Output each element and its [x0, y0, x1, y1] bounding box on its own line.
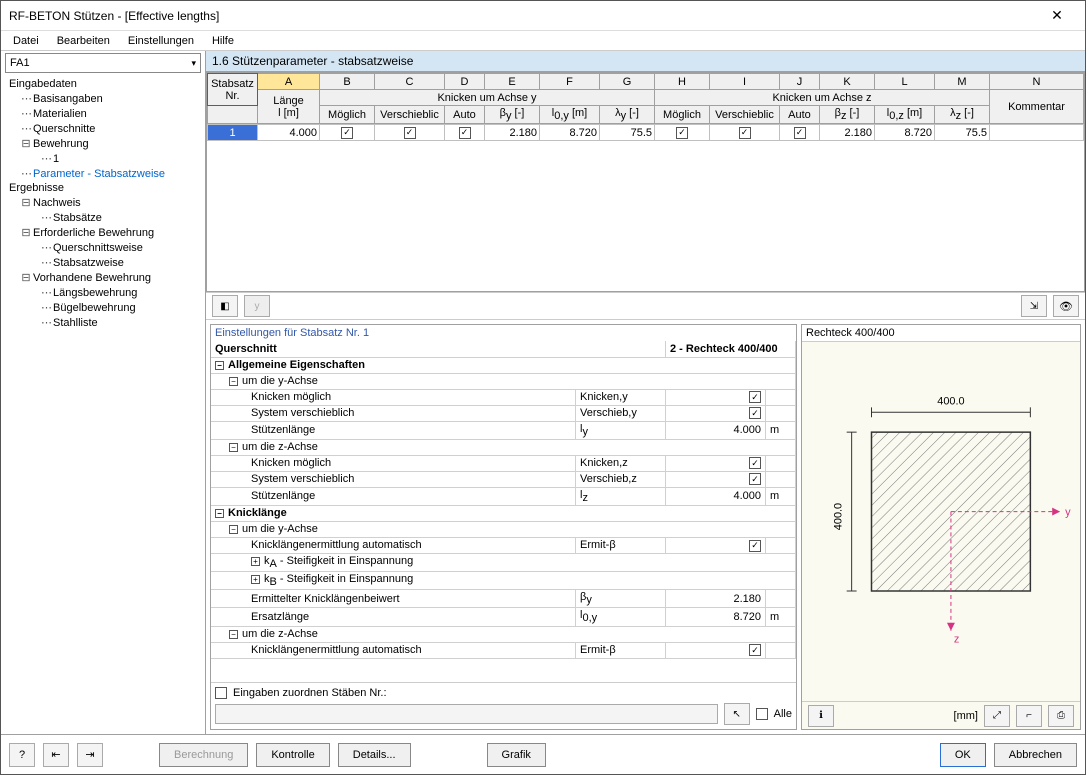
footer: ? ⇤ ⇥ Berechnung Kontrolle Details... Gr… [1, 734, 1085, 774]
tree-materialien[interactable]: ⋯Materialien [1, 106, 205, 121]
berechnung-button[interactable]: Berechnung [159, 743, 248, 767]
assign-checkbox[interactable] [215, 687, 227, 699]
tree-querschnitte[interactable]: ⋯Querschnitte [1, 121, 205, 136]
main-panel: 1.6 Stützenparameter - stabsatzweise Sta… [206, 51, 1085, 734]
menu-bearbeiten[interactable]: Bearbeiten [49, 33, 118, 49]
menubar: Datei Bearbeiten Einstellungen Hilfe [1, 31, 1085, 51]
chevron-down-icon: ▾ [191, 58, 196, 69]
export-icon[interactable]: ⇲ [1021, 295, 1047, 317]
section-header: 1.6 Stützenparameter - stabsatzweise [206, 51, 1085, 72]
col-stabsatz: StabsatzNr. [208, 74, 258, 106]
tree-section-eingabedaten[interactable]: Eingabedaten [1, 77, 205, 91]
tree-basisangaben[interactable]: ⋯Basisangaben [1, 91, 205, 106]
tree-buegel[interactable]: ⋯Bügelbewehrung [1, 300, 205, 315]
prev-icon[interactable]: ⇤ [43, 743, 69, 767]
param-grid[interactable]: StabsatzNr. A B C D E F G H I J K L M [206, 72, 1085, 292]
tree-laengs[interactable]: ⋯Längsbewehrung [1, 285, 205, 300]
axis-z: z [954, 634, 959, 646]
filter-icon[interactable]: ◧ [212, 295, 238, 317]
prop-title: Einstellungen für Stabsatz Nr. 1 [211, 325, 796, 341]
tree-vorhandene[interactable]: ⊟Vorhandene Bewehrung [1, 270, 205, 285]
tree-parameter-stabsatzweise[interactable]: ⋯Parameter - Stabsatzweise [1, 166, 205, 181]
dim-left: 400.0 [833, 503, 845, 530]
titlebar: RF-BETON Stützen - [Effective lengths] ✕ [1, 1, 1085, 31]
y-icon[interactable]: y [244, 295, 270, 317]
menu-hilfe[interactable]: Hilfe [204, 33, 242, 49]
next-icon[interactable]: ⇥ [77, 743, 103, 767]
abbrechen-button[interactable]: Abbrechen [994, 743, 1077, 767]
tree-bewehrung-1[interactable]: ⋯1 [1, 151, 205, 166]
combo-value: FA1 [10, 57, 30, 69]
menu-datei[interactable]: Datei [5, 33, 47, 49]
details-button[interactable]: Details... [338, 743, 411, 767]
assign-input[interactable] [215, 704, 718, 724]
view-icon[interactable] [1053, 295, 1079, 317]
grid-toolbar: ◧ y ⇲ [206, 292, 1085, 320]
col-A: Längel [m] [258, 90, 320, 124]
kontrolle-button[interactable]: Kontrolle [256, 743, 329, 767]
nav-tree: Eingabedaten ⋯Basisangaben ⋯Materialien … [1, 75, 205, 734]
tree-nachweis[interactable]: ⊟Nachweis [1, 195, 205, 210]
help-icon[interactable]: ? [9, 743, 35, 767]
tree-stabsatzweise[interactable]: ⋯Stabsatzweise [1, 255, 205, 270]
band-knicken-y: Knicken um Achse y [320, 90, 655, 106]
assign-label: Eingaben zuordnen Stäben Nr.: [233, 687, 387, 699]
checkbox[interactable]: ✓ [739, 127, 751, 139]
checkbox[interactable]: ✓ [341, 127, 353, 139]
band-knicken-z: Knicken um Achse z [655, 90, 990, 106]
checkbox[interactable]: ✓ [676, 127, 688, 139]
axis-icon[interactable]: ⌐ [1016, 705, 1042, 727]
tree-querschnittsweise[interactable]: ⋯Querschnittsweise [1, 240, 205, 255]
checkbox[interactable]: ✓ [459, 127, 471, 139]
tree-stahlliste[interactable]: ⋯Stahlliste [1, 315, 205, 330]
tree-bewehrung[interactable]: ⊟Bewehrung [1, 136, 205, 151]
loadcase-combo[interactable]: FA1 ▾ [5, 53, 201, 73]
alle-checkbox[interactable] [756, 708, 768, 720]
ok-button[interactable]: OK [940, 743, 986, 767]
tree-erforderliche[interactable]: ⊟Erforderliche Bewehrung [1, 225, 205, 240]
assign-panel: Eingaben zuordnen Stäben Nr.: ↖ Alle [211, 682, 796, 729]
tree-stabsaetze[interactable]: ⋯Stabsätze [1, 210, 205, 225]
tree-section-ergebnisse[interactable]: Ergebnisse [1, 181, 205, 195]
alle-label: Alle [774, 708, 792, 720]
print-icon[interactable]: ⎙ [1048, 705, 1074, 727]
pick-icon[interactable]: ↖ [724, 703, 750, 725]
zoom-fit-icon[interactable]: ⤢ [984, 705, 1010, 727]
prop-table[interactable]: Querschnitt2 - Rechteck 400/400 −Allgeme… [211, 341, 796, 682]
col-N: Kommentar [990, 90, 1084, 124]
checkbox[interactable]: ✓ [794, 127, 806, 139]
properties-panel: Einstellungen für Stabsatz Nr. 1 Quersch… [210, 324, 797, 730]
unit-label: [mm] [954, 710, 978, 722]
close-icon[interactable]: ✕ [1037, 7, 1077, 24]
sidebar: FA1 ▾ Eingabedaten ⋯Basisangaben ⋯Materi… [1, 51, 206, 734]
checkbox[interactable]: ✓ [404, 127, 416, 139]
menu-einstellungen[interactable]: Einstellungen [120, 33, 202, 49]
row-nr: 1 [208, 125, 258, 141]
info-icon[interactable]: ℹ [808, 705, 834, 727]
grafik-button[interactable]: Grafik [487, 743, 546, 767]
preview-title: Rechteck 400/400 [802, 325, 1080, 342]
cross-section-view[interactable]: 400.0 400.0 y z [802, 342, 1080, 701]
app-window: RF-BETON Stützen - [Effective lengths] ✕… [0, 0, 1086, 775]
preview-panel: Rechteck 400/400 40 [801, 324, 1081, 730]
table-row[interactable]: 1 4.000 ✓ ✓ ✓ 2.180 8.720 75.5 ✓ ✓ ✓ 2.1… [208, 125, 1084, 141]
dim-top: 400.0 [937, 395, 964, 407]
window-title: RF-BETON Stützen - [Effective lengths] [9, 9, 1037, 23]
axis-y: y [1065, 507, 1071, 519]
